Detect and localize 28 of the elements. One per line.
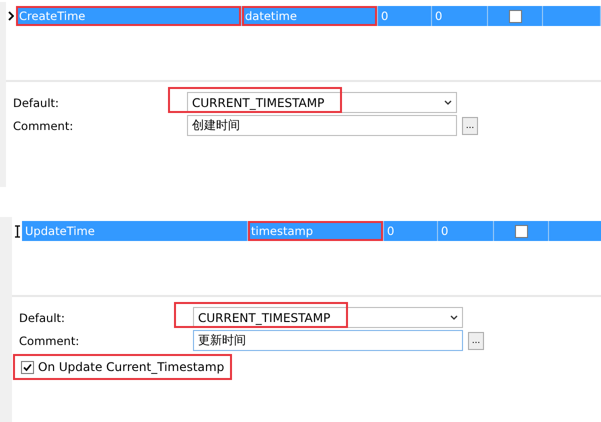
default-dropdown[interactable]: CURRENT_TIMESTAMP — [187, 92, 457, 113]
checkbox[interactable] — [514, 224, 528, 238]
comment-field[interactable]: 创建时间 — [187, 115, 457, 136]
row-pointer-icon — [8, 11, 14, 21]
table-cell[interactable]: CreateTime — [16, 6, 242, 26]
default-label: Default: — [19, 310, 66, 324]
table-cell[interactable]: UpdateTime — [22, 221, 248, 241]
table-cell[interactable]: 0 — [384, 221, 438, 241]
chevron-down-icon — [444, 100, 452, 105]
browse-button[interactable]: ... — [468, 332, 484, 350]
table-cell[interactable]: timestamp — [248, 221, 384, 241]
table-cell[interactable]: 0 — [432, 6, 488, 26]
table-cell[interactable]: datetime — [242, 6, 378, 26]
text-cursor-icon — [14, 224, 20, 238]
checkbox[interactable] — [508, 10, 522, 22]
default-dropdown[interactable]: CURRENT_TIMESTAMP — [193, 307, 463, 328]
default-label: Default: — [13, 96, 60, 110]
chevron-down-icon — [450, 315, 458, 320]
browse-button[interactable]: ... — [462, 116, 478, 134]
checkbox-label[interactable]: On Update Current_Timestamp — [38, 360, 224, 374]
table-cell[interactable] — [549, 221, 601, 241]
comment-field[interactable]: 更新时间 — [193, 330, 463, 351]
table-cell[interactable]: 0 — [378, 6, 432, 26]
table-cell[interactable] — [543, 6, 601, 26]
table-cell[interactable]: 0 — [438, 221, 494, 241]
comment-label: Comment: — [13, 118, 74, 132]
checkbox[interactable] — [21, 360, 34, 374]
comment-label: Comment: — [19, 334, 80, 348]
